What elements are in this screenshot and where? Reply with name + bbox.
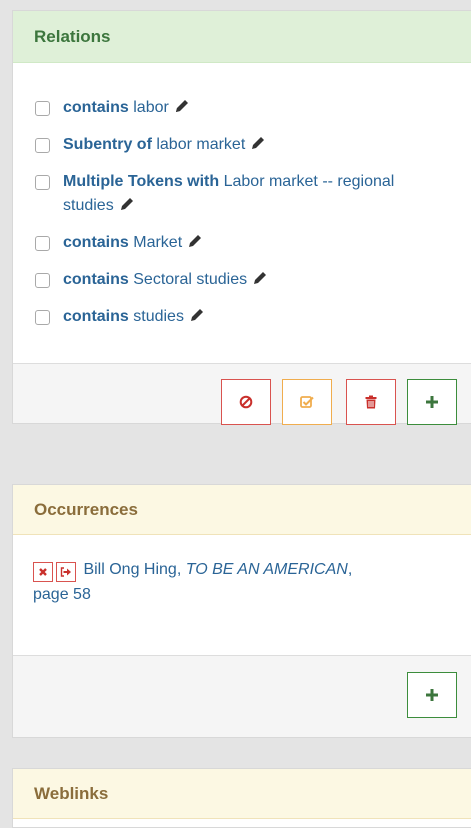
pencil-icon[interactable]	[189, 307, 205, 323]
relation-type: contains	[63, 234, 129, 251]
pencil-icon[interactable]	[250, 135, 266, 151]
pencil-icon[interactable]	[119, 196, 135, 212]
relation-link[interactable]: contains Sectoral studies	[63, 268, 443, 292]
relation-link[interactable]: Subentry of labor market	[63, 133, 443, 157]
relation-item: contains Market	[35, 231, 471, 255]
relations-footer	[13, 363, 471, 425]
check-all-button[interactable]	[282, 379, 332, 425]
occurrence-title: TO BE AN AMERICAN	[185, 561, 348, 578]
occurrences-panel: Occurrences Bill Ong Hing, TO BE AN AMER…	[12, 484, 471, 738]
add-occurrence-button[interactable]	[407, 672, 457, 718]
relation-link[interactable]: contains labor	[63, 96, 443, 120]
cancel-icon	[239, 395, 253, 409]
trash-icon	[365, 395, 377, 409]
relation-checkbox[interactable]	[35, 138, 50, 153]
weblinks-panel: Weblinks	[12, 768, 471, 828]
relation-type: Subentry of	[63, 136, 152, 153]
relation-checkbox[interactable]	[35, 236, 50, 251]
relation-item: Subentry of labor market	[35, 133, 471, 157]
plus-icon	[426, 689, 438, 701]
pencil-icon[interactable]	[187, 233, 203, 249]
relation-target: Market	[133, 234, 183, 251]
relation-type: Multiple Tokens with	[63, 173, 220, 190]
relation-type: contains	[63, 308, 129, 325]
occurrence-comma: ,	[347, 561, 353, 578]
relation-checkbox[interactable]	[35, 101, 50, 116]
occurrence-author: Bill Ong Hing	[83, 561, 177, 578]
relation-checkbox[interactable]	[35, 175, 50, 190]
open-occurrence-button[interactable]	[56, 562, 76, 582]
occurrence-page: page 58	[33, 586, 91, 603]
relation-link[interactable]: contains Market	[63, 231, 443, 255]
add-relation-button[interactable]	[407, 379, 457, 425]
relation-checkbox[interactable]	[35, 310, 50, 325]
relations-heading: Relations	[13, 11, 471, 63]
relation-item: contains labor	[35, 96, 471, 120]
relation-target: studies	[133, 308, 184, 325]
occurrences-footer	[13, 655, 471, 737]
relation-link[interactable]: contains studies	[63, 305, 443, 329]
pencil-icon[interactable]	[174, 98, 190, 114]
relation-target: labor	[133, 99, 169, 116]
pencil-icon[interactable]	[252, 270, 268, 286]
cancel-button[interactable]	[221, 379, 271, 425]
close-icon	[39, 568, 47, 576]
check-square-icon	[299, 396, 314, 408]
relation-type: contains	[63, 99, 129, 116]
occurrences-heading: Occurrences	[13, 485, 471, 535]
relation-item: contains studies	[35, 305, 471, 329]
sign-out-icon	[60, 567, 71, 577]
relation-checkbox[interactable]	[35, 273, 50, 288]
relations-panel: Relations contains labor Subentry of lab…	[12, 10, 471, 425]
plus-icon	[426, 396, 438, 408]
weblinks-heading: Weblinks	[13, 769, 471, 819]
relation-item: Multiple Tokens with Labor market -- reg…	[35, 170, 471, 218]
relation-type: contains	[63, 271, 129, 288]
relation-item: contains Sectoral studies	[35, 268, 471, 292]
remove-occurrence-button[interactable]	[33, 562, 53, 582]
relation-target: Sectoral studies	[133, 271, 248, 288]
occurrence-link[interactable]: Bill Ong Hing, TO BE AN AMERICAN, page 58	[33, 561, 352, 603]
relations-list: contains labor Subentry of labor market …	[13, 63, 471, 329]
delete-button[interactable]	[346, 379, 396, 425]
relation-target: labor market	[156, 136, 246, 153]
occurrence-item: Bill Ong Hing, TO BE AN AMERICAN, page 58	[13, 535, 453, 607]
occurrence-separator: ,	[176, 561, 186, 578]
relation-link[interactable]: Multiple Tokens with Labor market -- reg…	[63, 170, 443, 218]
